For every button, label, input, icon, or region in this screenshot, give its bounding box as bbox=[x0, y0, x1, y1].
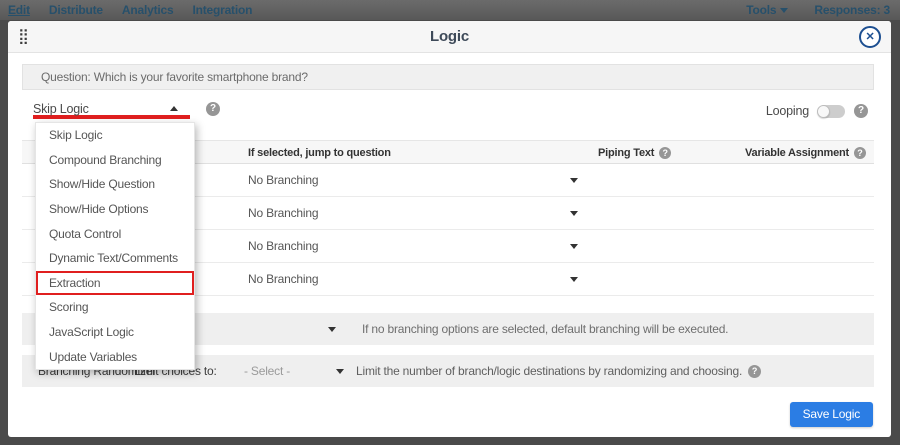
jump-select-value: No Branching bbox=[248, 239, 318, 253]
logic-type-help-icon[interactable]: ? bbox=[206, 102, 220, 116]
menu-item-compound-branching[interactable]: Compound Branching bbox=[36, 148, 194, 173]
logic-type-select[interactable]: Skip Logic bbox=[33, 100, 190, 119]
tab-integration[interactable]: Integration bbox=[192, 3, 252, 17]
chevron-down-icon bbox=[570, 178, 578, 183]
menu-item-quota-control[interactable]: Quota Control bbox=[36, 221, 194, 246]
responses-count[interactable]: Responses: 3 bbox=[814, 3, 890, 17]
variable-help-icon[interactable]: ? bbox=[854, 147, 866, 159]
jump-column-header: If selected, jump to question bbox=[248, 141, 391, 165]
chevron-up-icon bbox=[170, 106, 178, 111]
logic-type-menu: Skip Logic Compound Branching Show/Hide … bbox=[35, 122, 195, 370]
menu-item-dynamic-text-comments[interactable]: Dynamic Text/Comments bbox=[36, 246, 194, 271]
top-navigation-bar: Edit Distribute Analytics Integration To… bbox=[0, 0, 900, 20]
variable-column-header: Variable Assignment bbox=[745, 142, 849, 165]
logic-modal: ⣿ Logic ✕ Question: Which is your favori… bbox=[8, 21, 891, 437]
chevron-down-icon bbox=[780, 8, 788, 13]
modal-title: Logic bbox=[8, 21, 891, 53]
menu-item-extraction[interactable]: Extraction bbox=[36, 271, 194, 296]
menu-item-scoring[interactable]: Scoring bbox=[36, 295, 194, 320]
chevron-down-icon bbox=[570, 244, 578, 249]
menu-item-update-variables[interactable]: Update Variables bbox=[36, 344, 194, 369]
modal-header: ⣿ Logic ✕ bbox=[8, 21, 891, 53]
tab-distribute[interactable]: Distribute bbox=[49, 3, 103, 17]
limit-choices-select[interactable]: - Select - bbox=[236, 355, 344, 387]
save-logic-button[interactable]: Save Logic bbox=[790, 402, 873, 427]
jump-to-question-select[interactable]: No Branching bbox=[248, 263, 578, 296]
menu-item-show-hide-question[interactable]: Show/Hide Question bbox=[36, 172, 194, 197]
menu-item-javascript-logic[interactable]: JavaScript Logic bbox=[36, 320, 194, 345]
looping-label: Looping bbox=[766, 104, 809, 118]
question-label: Question: Which is your favorite smartph… bbox=[22, 64, 874, 90]
jump-select-value: No Branching bbox=[248, 206, 318, 220]
looping-control: Looping ? bbox=[766, 104, 868, 118]
menu-item-show-hide-options[interactable]: Show/Hide Options bbox=[36, 197, 194, 222]
jump-to-question-select[interactable]: No Branching bbox=[248, 197, 578, 230]
close-icon[interactable]: ✕ bbox=[859, 26, 881, 48]
jump-select-value: No Branching bbox=[248, 272, 318, 286]
piping-column-header: Piping Text bbox=[598, 142, 654, 165]
chevron-down-icon bbox=[570, 277, 578, 282]
looping-toggle[interactable] bbox=[818, 105, 845, 118]
tools-dropdown[interactable]: Tools bbox=[746, 3, 788, 17]
menu-item-skip-logic[interactable]: Skip Logic bbox=[36, 123, 194, 148]
jump-to-question-select[interactable]: No Branching bbox=[248, 230, 578, 263]
top-menu: Edit Distribute Analytics Integration bbox=[0, 3, 271, 17]
tools-label: Tools bbox=[746, 3, 776, 17]
limit-choices-value: - Select - bbox=[244, 355, 290, 387]
chevron-down-icon bbox=[328, 327, 336, 332]
toggle-knob bbox=[817, 105, 830, 118]
randomizer-note: Limit the number of branch/logic destina… bbox=[356, 355, 742, 387]
tab-analytics[interactable]: Analytics bbox=[122, 3, 174, 17]
looping-help-icon[interactable]: ? bbox=[854, 104, 868, 118]
chevron-down-icon bbox=[570, 211, 578, 216]
jump-select-value: No Branching bbox=[248, 173, 318, 187]
jump-to-question-select[interactable]: No Branching bbox=[248, 164, 578, 197]
default-branching-note: If no branching options are selected, de… bbox=[362, 313, 728, 345]
randomizer-help-icon[interactable]: ? bbox=[748, 365, 761, 378]
logic-type-value: Skip Logic bbox=[33, 102, 89, 116]
tab-edit[interactable]: Edit bbox=[8, 3, 30, 17]
default-branching-select[interactable] bbox=[318, 313, 346, 345]
piping-help-icon[interactable]: ? bbox=[659, 147, 671, 159]
chevron-down-icon bbox=[336, 369, 344, 374]
